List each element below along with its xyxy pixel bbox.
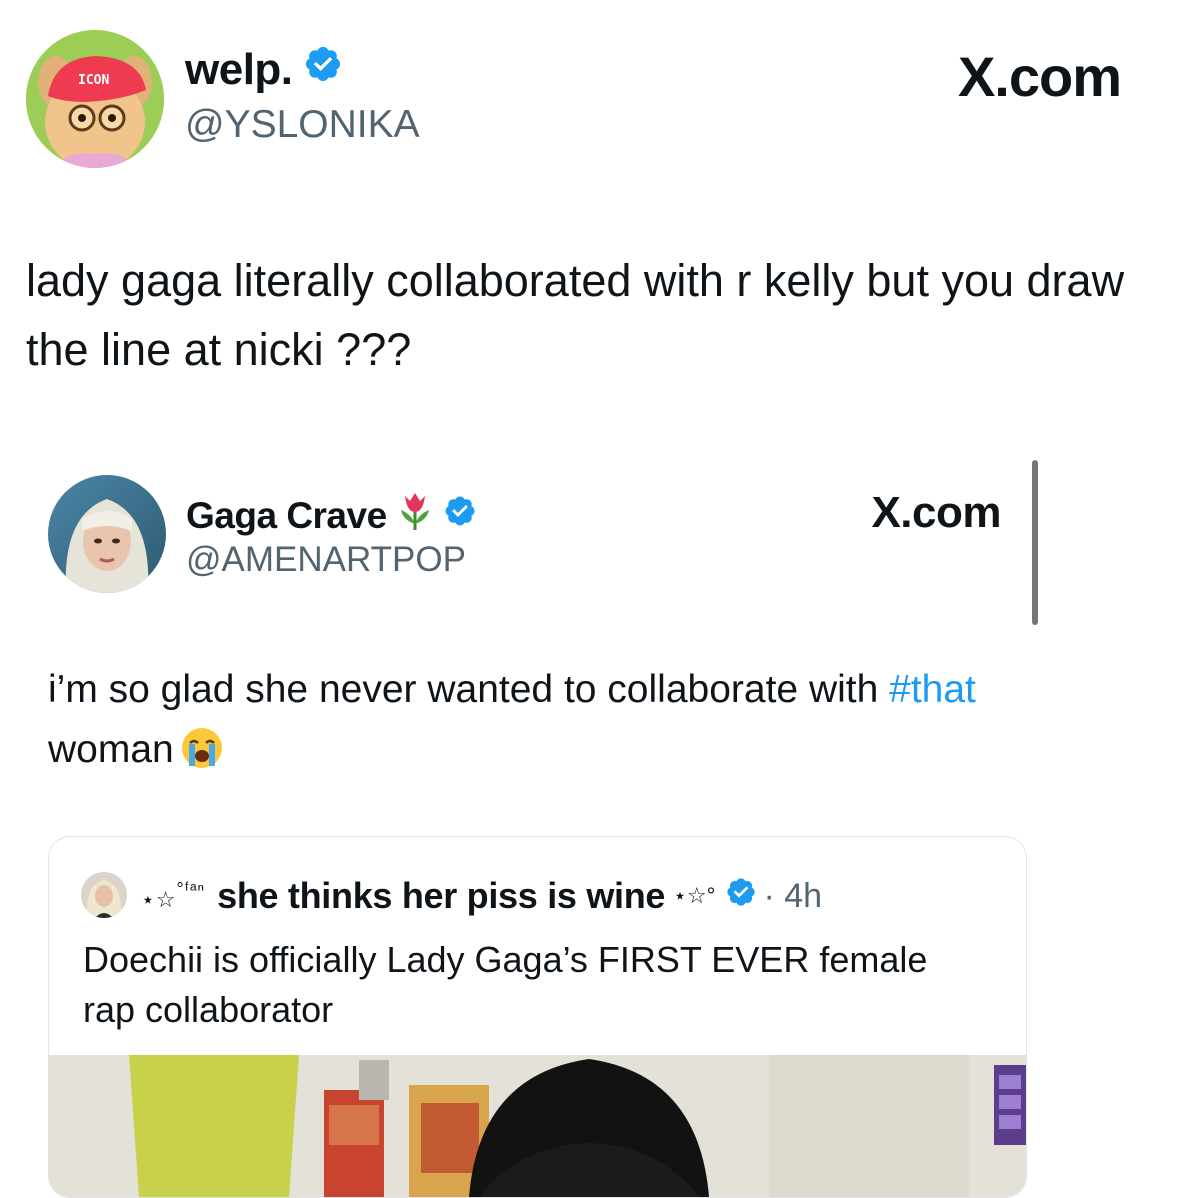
verified-badge-icon [725, 875, 757, 917]
quote-author-name-text: Gaga Crave [186, 494, 387, 536]
hashtag-link[interactable]: #that [889, 668, 976, 711]
author-name[interactable]: welp. [185, 44, 343, 95]
x-com-brand-quote: X.com [871, 488, 1001, 537]
name-decoration: ⋆☆°ᶠᵃⁿ [141, 879, 205, 913]
crying-face-icon [180, 726, 224, 788]
quote-tweet-text: i’m so glad she never wanted to collabor… [48, 660, 1048, 788]
nested-tweet-text: Doechii is officially Lady Gaga’s FIRST … [83, 939, 928, 1030]
nested-header: ⋆☆°ᶠᵃⁿ she thinks her piss is wine ⋆☆° ·… [141, 875, 822, 917]
quote-avatar[interactable] [48, 475, 166, 593]
verified-badge-icon [443, 494, 477, 537]
name-decoration-sup: °ᶠᵃⁿ [176, 879, 206, 899]
author-handle[interactable]: @YSLONIKA [185, 103, 420, 147]
tweet-text: lady gaga literally collaborated with r … [26, 255, 1125, 375]
quote-text-end: woman [48, 728, 174, 771]
avatar[interactable]: ICON [26, 30, 164, 168]
avatar-cap-text: ICON [78, 73, 109, 88]
name-decoration-suffix: ⋆☆° [673, 883, 716, 908]
verified-badge-icon [303, 44, 343, 95]
author-name-text: welp. [185, 44, 293, 94]
name-decoration-stars: ⋆☆ [141, 887, 177, 912]
quote-text-start: i’m so glad she never wanted to collabor… [48, 668, 890, 711]
attached-photo[interactable] [49, 1055, 1026, 1197]
timestamp[interactable]: · 4h [763, 877, 822, 916]
nested-avatar[interactable] [81, 872, 127, 918]
x-com-brand: X.com [957, 45, 1122, 108]
tulip-icon [395, 490, 435, 541]
embedded-tweet-card[interactable]: ⋆☆°ᶠᵃⁿ she thinks her piss is wine ⋆☆° ·… [48, 836, 1027, 1198]
scrollbar[interactable] [1032, 460, 1038, 625]
quote-author-handle[interactable]: @AMENARTPOP [186, 540, 466, 580]
nested-author-name[interactable]: she thinks her piss is wine [217, 875, 665, 917]
quote-author-name[interactable]: Gaga Crave [186, 490, 477, 541]
